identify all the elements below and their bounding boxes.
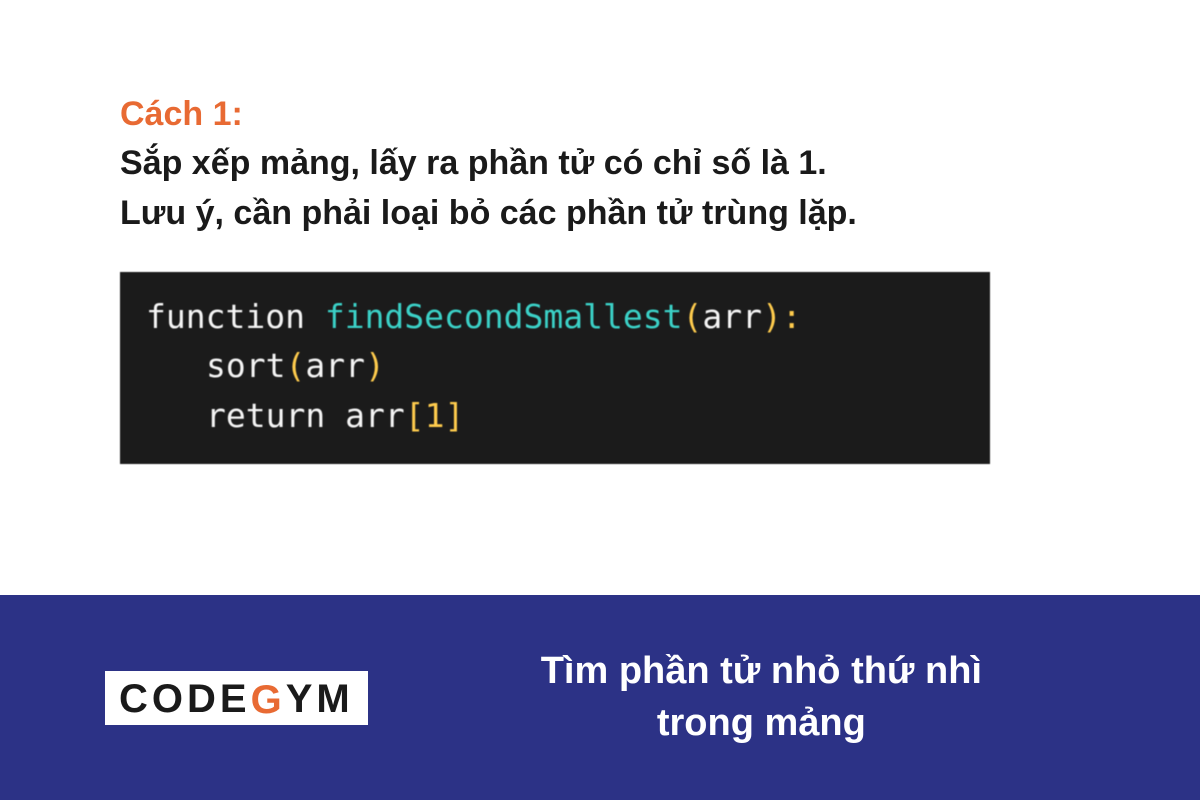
paren-close-2: ) bbox=[365, 346, 385, 385]
description-block: Cách 1: Sắp xếp mảng, lấy ra phần tử có … bbox=[120, 90, 1080, 238]
method-label: Cách 1: bbox=[120, 95, 243, 133]
paren-close-colon: ): bbox=[762, 297, 802, 336]
code-line-1: function findSecondSmallest(arr): bbox=[146, 292, 964, 342]
code-block: function findSecondSmallest(arr): sort(a… bbox=[120, 272, 990, 465]
sort-arg: arr bbox=[305, 346, 365, 385]
call-sort: sort bbox=[206, 346, 285, 385]
logo-text-pre: CODE bbox=[119, 679, 251, 719]
paren-open: ( bbox=[682, 297, 702, 336]
code-line-3: return arr[1] bbox=[146, 391, 964, 441]
codegym-logo: CODEGYM bbox=[105, 671, 368, 725]
desc-line-1: Cách 1: bbox=[120, 90, 1080, 139]
bracket-open: [ bbox=[405, 396, 425, 435]
main-content: Cách 1: Sắp xếp mảng, lấy ra phần tử có … bbox=[0, 0, 1200, 595]
desc-line-2: Sắp xếp mảng, lấy ra phần tử có chỉ số l… bbox=[120, 139, 1080, 188]
code-line-2: sort(arr) bbox=[146, 341, 964, 391]
arr-ref: arr bbox=[345, 396, 405, 435]
logo-text-post: YM bbox=[286, 679, 354, 719]
bracket-close: ] bbox=[444, 396, 464, 435]
index-num: 1 bbox=[425, 396, 445, 435]
footer-title-line2: trong mảng bbox=[428, 698, 1095, 749]
paren-open-2: ( bbox=[285, 346, 305, 385]
footer-title-line1: Tìm phần tử nhỏ thứ nhì bbox=[428, 646, 1095, 697]
kw-function: function bbox=[146, 297, 305, 336]
logo-text-g: G bbox=[251, 680, 286, 720]
fn-arg: arr bbox=[702, 297, 762, 336]
kw-return: return bbox=[206, 396, 325, 435]
footer-banner: CODEGYM Tìm phần tử nhỏ thứ nhì trong mả… bbox=[0, 595, 1200, 800]
desc-line-3: Lưu ý, cần phải loại bỏ các phần tử trùn… bbox=[120, 189, 1080, 238]
footer-title: Tìm phần tử nhỏ thứ nhì trong mảng bbox=[428, 646, 1095, 749]
fn-name: findSecondSmallest bbox=[325, 297, 683, 336]
